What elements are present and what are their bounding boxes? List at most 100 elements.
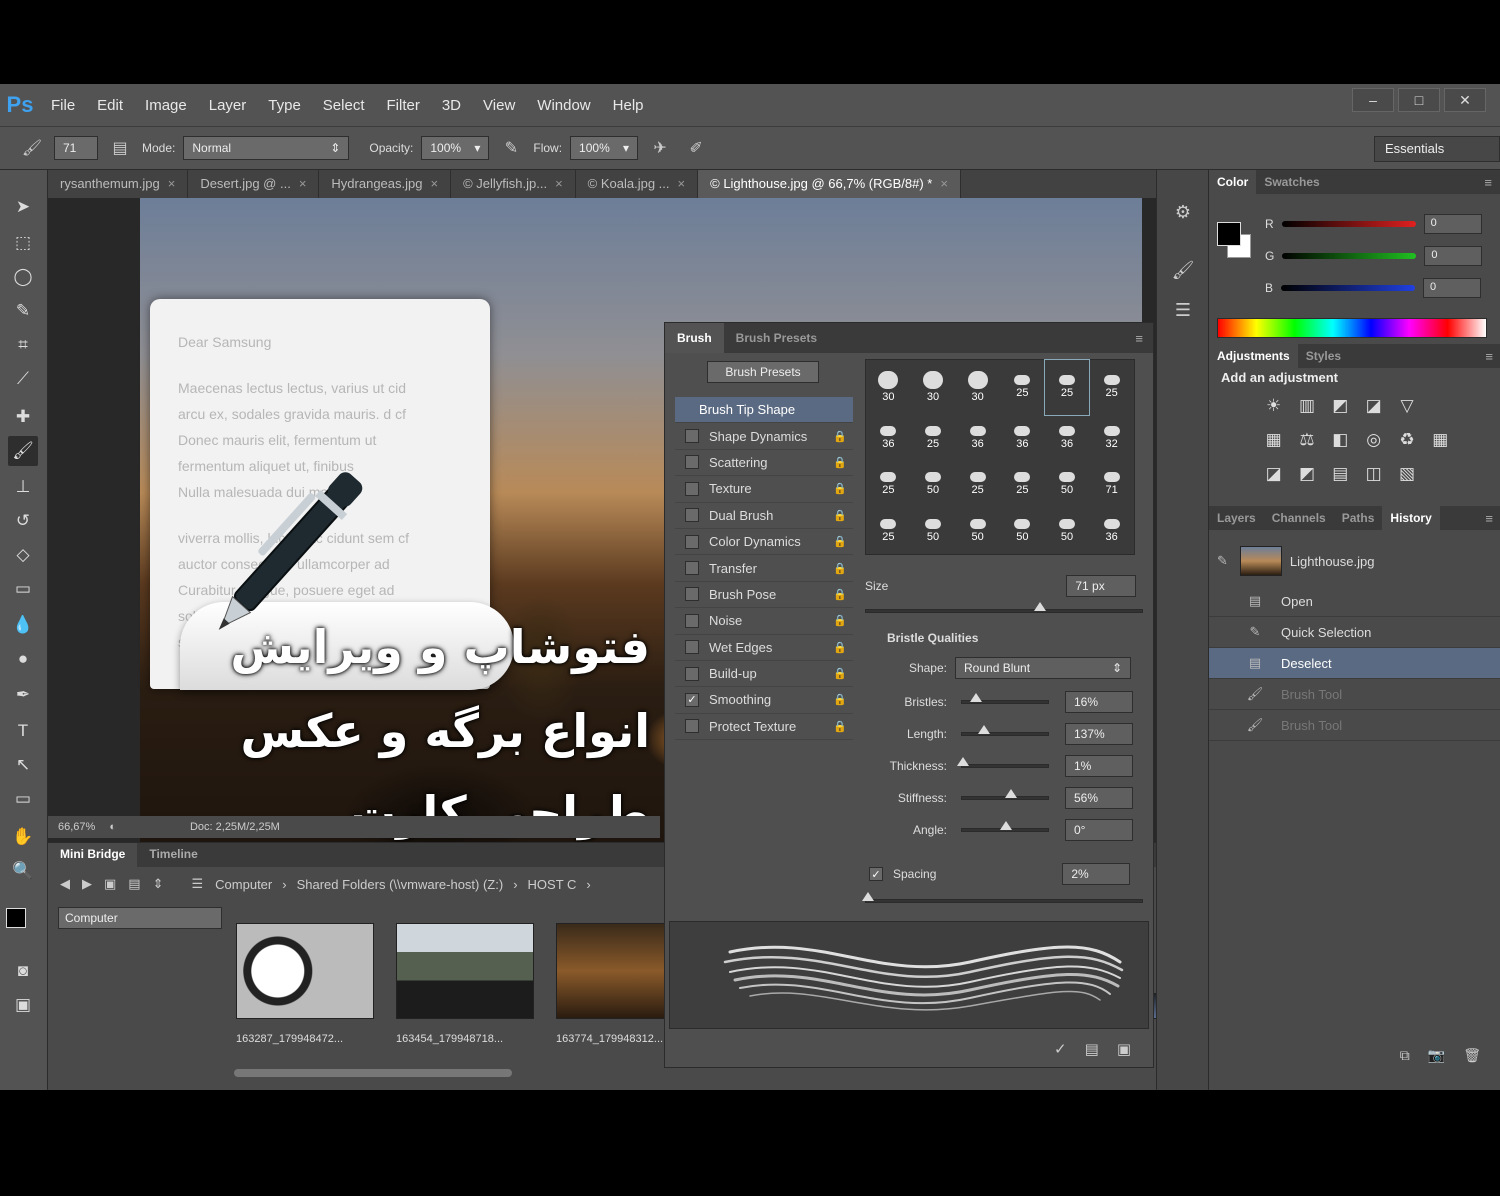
document-tab[interactable]: © Koala.jpg ... × [576,170,699,198]
spacing-slider[interactable] [862,892,1143,903]
brush-tool-icon[interactable]: 🖌 [8,436,38,466]
workspace-select[interactable]: Essentials [1374,136,1500,162]
document-tab[interactable]: rysanthemum.jpg × [48,170,189,198]
param-field[interactable]: 56% [1065,787,1133,809]
lock-icon[interactable]: 🔒 [833,693,847,706]
history-snapshot[interactable]: ✎ Lighthouse.jpg [1209,538,1500,584]
brush-tip[interactable]: 25 [955,461,1000,508]
brush-panel-toggle-icon[interactable]: ▤ [106,134,134,162]
size-field[interactable]: 71 px [1066,575,1137,597]
channel-field[interactable]: 0 [1424,246,1483,266]
open-preset-manager-icon[interactable]: ▤ [1085,1040,1099,1058]
screen-mode-icon[interactable]: ▣ [8,990,38,1020]
tab-styles[interactable]: Styles [1298,344,1349,368]
brush-tip-shape-item[interactable]: Brush Tip Shape [675,397,853,424]
brush-tip[interactable]: 30 [866,360,911,415]
brush-option-build-up[interactable]: Build-up 🔒 [675,661,853,688]
option-checkbox[interactable] [685,429,699,444]
posterize-icon[interactable]: ◩ [1290,464,1323,484]
brush-option-wet-edges[interactable]: Wet Edges 🔒 [675,635,853,661]
brush-tip[interactable]: 36 [1000,415,1045,462]
tab-brush[interactable]: Brush [665,323,724,353]
option-checkbox[interactable] [685,481,699,496]
brush-option-color-dynamics[interactable]: Color Dynamics 🔒 [675,529,853,556]
channel-slider[interactable] [1281,285,1416,291]
clone-stamp-tool-icon[interactable]: ⊥ [8,472,38,502]
gradient-tool-icon[interactable]: ▭ [8,574,38,604]
option-checkbox[interactable] [685,508,699,523]
tab-mini-bridge[interactable]: Mini Bridge [48,843,138,867]
brush-tool-icon[interactable]: 🖌 [18,134,46,162]
brush-tip[interactable]: 50 [911,461,956,508]
brush-tip[interactable]: 25 [1000,360,1045,415]
menu-help[interactable]: Help [602,97,655,114]
param-slider-thumb[interactable] [970,693,983,702]
tab-channels[interactable]: Channels [1264,506,1334,530]
brush-option-texture[interactable]: Texture 🔒 [675,476,853,503]
lock-icon[interactable]: 🔒 [833,509,847,522]
param-slider-thumb[interactable] [1005,789,1018,798]
tab-color[interactable]: Color [1209,170,1257,194]
back-icon[interactable]: ◀ [60,876,70,892]
param-slider[interactable] [961,789,1049,800]
brush-tip[interactable]: 50 [1000,508,1045,555]
param-field[interactable]: 16% [1065,691,1133,713]
toggle-bristle-preview-icon[interactable]: ✓ [1054,1040,1067,1058]
path-selection-tool-icon[interactable]: ↖ [8,750,38,780]
close-icon[interactable]: × [430,176,438,191]
brush-tip[interactable]: 36 [955,415,1000,462]
tab-layers[interactable]: Layers [1209,506,1264,530]
lock-icon[interactable]: 🔒 [833,535,847,548]
mode-select[interactable]: Normal ⇕ [183,136,350,160]
size-slider-thumb[interactable] [1034,602,1046,611]
panel-menu-icon[interactable]: ≡ [1135,331,1143,346]
param-field[interactable]: 1% [1065,755,1133,777]
menu-select[interactable]: Select [312,97,376,114]
new-document-from-state-icon[interactable]: ⧉ [1400,1047,1410,1064]
foreground-color-swatch[interactable] [6,908,26,928]
sort-icon[interactable]: ⇕ [153,876,164,892]
channel-slider[interactable] [1281,221,1416,227]
history-state[interactable]: ▤ Deselect [1209,648,1500,679]
crop-tool-icon[interactable]: ⌗ [8,330,38,360]
forward-icon[interactable]: ▶ [82,876,92,892]
param-slider-thumb[interactable] [1000,821,1012,830]
opacity-field[interactable]: 100% ▾ [421,136,490,160]
tab-paths[interactable]: Paths [1334,506,1383,530]
param-field[interactable]: 137% [1065,723,1133,745]
menu-image[interactable]: Image [134,97,198,114]
param-slider-thumb[interactable] [956,757,969,766]
option-checkbox[interactable] [685,640,699,655]
zoom-tool-icon[interactable]: 🔍 [8,856,38,886]
color-spectrum[interactable] [1217,318,1487,338]
bridge-location-select[interactable]: Computer [58,907,222,929]
status-info-icon[interactable]: ◐ [109,821,116,833]
history-panel-icon[interactable]: ⚙ [1167,196,1199,228]
option-checkbox[interactable]: ✓ [685,692,699,707]
brush-tip[interactable]: 25 [866,508,911,555]
lock-icon[interactable]: 🔒 [833,430,847,443]
brush-tip[interactable]: 32 [1089,415,1134,462]
brush-tip[interactable]: 25 [1089,360,1134,415]
gradient-map-icon[interactable]: ◫ [1357,464,1390,484]
brush-tip[interactable]: 36 [1045,415,1090,462]
brush-option-scattering[interactable]: Scattering 🔒 [675,450,853,477]
option-checkbox[interactable] [685,587,699,602]
selective-color-icon[interactable]: ▧ [1390,464,1423,484]
param-slider[interactable] [961,821,1049,832]
lock-icon[interactable]: 🔒 [833,482,847,495]
menu-type[interactable]: Type [257,97,312,114]
brush-option-dual-brush[interactable]: Dual Brush 🔒 [675,503,853,529]
lock-icon[interactable]: 🔒 [833,667,847,680]
exposure-icon[interactable]: ◪ [1357,396,1390,416]
breadcrumb-item[interactable]: HOST C [528,877,577,892]
pressure-size-icon[interactable]: ✐ [682,134,710,162]
new-snapshot-icon[interactable]: 📷 [1428,1047,1445,1064]
history-state[interactable]: ▤ Open [1209,586,1500,617]
document-tab[interactable]: Hydrangeas.jpg × [319,170,452,198]
brush-tip[interactable]: 30 [955,360,1000,415]
type-tool-icon[interactable]: T [8,716,38,746]
brush-tip[interactable]: 25 [1000,461,1045,508]
brush-tip[interactable]: 25 [911,415,956,462]
pen-tool-icon[interactable]: ✒ [8,680,38,710]
